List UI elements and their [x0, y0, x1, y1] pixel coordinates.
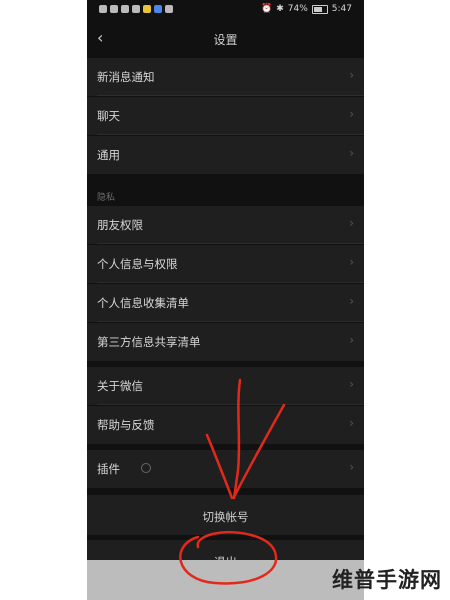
divider: [97, 95, 364, 96]
bluetooth-icon: ✱: [276, 4, 284, 14]
page-title: 设置: [213, 33, 238, 47]
settings-item-third-party-sharing[interactable]: 第三方信息共享清单 ›: [87, 323, 364, 361]
divider: [97, 134, 364, 135]
chevron-right-icon: ›: [349, 216, 354, 230]
settings-item-help-feedback[interactable]: 帮助与反馈 ›: [87, 406, 364, 444]
chevron-right-icon: ›: [349, 460, 354, 474]
settings-item-label: 第三方信息共享清单: [97, 335, 201, 349]
settings-item-personal-info-permissions[interactable]: 个人信息与权限 ›: [87, 245, 364, 283]
settings-item-about-wechat[interactable]: 关于微信 ›: [87, 367, 364, 405]
chevron-right-icon: ›: [349, 294, 354, 308]
settings-item-label: 聊天: [97, 109, 120, 123]
message-icon: [132, 5, 140, 13]
chevron-right-icon: ›: [349, 68, 354, 82]
watermark-logo: 维普手游网: [332, 568, 442, 592]
settings-item-general[interactable]: 通用 ›: [87, 136, 364, 174]
eye-icon: [121, 5, 129, 13]
section-header-privacy: 隐私: [97, 193, 116, 203]
status-icons-right: ⏰ ✱ 74% 5:47: [261, 4, 352, 14]
signal-icon: [110, 5, 118, 13]
chevron-right-icon: ›: [349, 255, 354, 269]
settings-item-personal-info-collection[interactable]: 个人信息收集清单 ›: [87, 284, 364, 322]
divider: [97, 243, 364, 244]
battery-icon: [311, 4, 328, 14]
alarm-icon: ⏰: [261, 4, 273, 14]
settings-item-label: 插件: [97, 462, 120, 476]
settings-item-label: 个人信息与权限: [97, 257, 178, 271]
settings-item-label: 新消息通知: [97, 70, 155, 84]
chevron-right-icon: ›: [349, 107, 354, 121]
plugin-icon: [141, 463, 151, 473]
switch-account-label: 切换帐号: [202, 510, 249, 524]
settings-item-label: 朋友权限: [97, 218, 143, 232]
settings-item-label: 个人信息收集清单: [97, 296, 189, 310]
divider: [97, 321, 364, 322]
battery-percent: 74%: [287, 4, 308, 14]
chevron-right-icon: ›: [349, 377, 354, 391]
status-icons-left: [99, 5, 173, 13]
app-notification-icon: [143, 5, 151, 13]
settings-item-chat[interactable]: 聊天 ›: [87, 97, 364, 135]
chevron-right-icon: ›: [349, 416, 354, 430]
bottom-gray-band: [87, 560, 364, 600]
app-notification-icon: [154, 5, 162, 13]
settings-item-label: 通用: [97, 148, 120, 162]
switch-account-button[interactable]: 切换帐号: [87, 495, 364, 535]
nav-bar: ‹ 设置: [87, 22, 364, 56]
app-notification-icon: [165, 5, 173, 13]
status-bar: ⏰ ✱ 74% 5:47: [87, 0, 364, 22]
phone-screen: ⏰ ✱ 74% 5:47 ‹ 设置 新消息通知 › 聊天 › 通用 › 隐私 朋…: [87, 0, 364, 600]
sim-icon: [99, 5, 107, 13]
settings-item-plugins[interactable]: 插件 ›: [87, 450, 364, 488]
chevron-right-icon: ›: [349, 333, 354, 347]
divider: [97, 404, 364, 405]
clock: 5:47: [331, 4, 352, 14]
settings-item-friend-permissions[interactable]: 朋友权限 ›: [87, 206, 364, 244]
settings-item-label: 关于微信: [97, 379, 143, 393]
divider: [97, 282, 364, 283]
chevron-right-icon: ›: [349, 146, 354, 160]
settings-item-new-message-notifications[interactable]: 新消息通知 ›: [87, 58, 364, 96]
settings-item-label: 帮助与反馈: [97, 418, 155, 432]
